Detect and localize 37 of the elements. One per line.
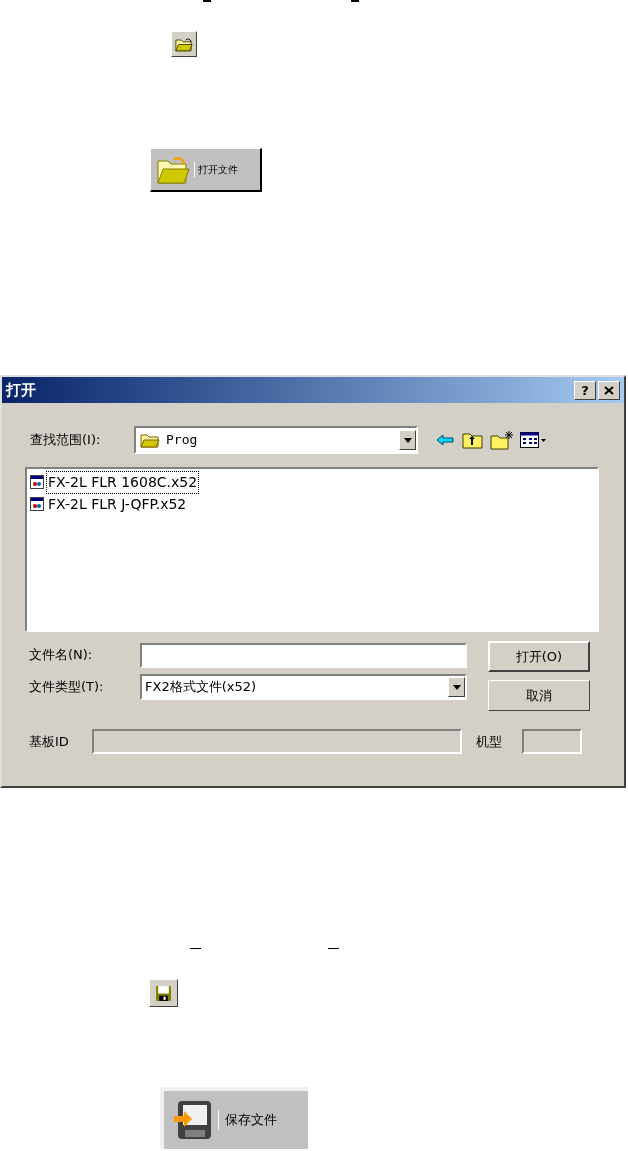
file-name-label: 文件名(N): bbox=[29, 646, 94, 665]
file-type-dropdown[interactable]: FX2格式文件(x52) bbox=[140, 674, 467, 700]
look-in-dropdown[interactable]: Prog bbox=[134, 426, 418, 454]
dialog-button[interactable]: 取消 bbox=[488, 680, 590, 711]
dropdown-button[interactable] bbox=[448, 677, 465, 697]
open-file-button[interactable]: 打开文件 bbox=[150, 148, 262, 192]
save-file-button[interactable]: 保存文件 bbox=[160, 1087, 308, 1149]
caret-icon bbox=[452, 684, 461, 690]
file-type-value: FX2格式文件(x52) bbox=[145, 678, 258, 697]
file-icon bbox=[29, 496, 45, 512]
look-in-label: 查找范围(I): bbox=[30, 431, 102, 450]
file-name: FX-2L FLR J-QFP.x52 bbox=[47, 494, 188, 514]
help-button[interactable]: ? bbox=[574, 380, 596, 400]
up-folder-icon[interactable] bbox=[462, 431, 484, 449]
back-arrow-icon[interactable] bbox=[436, 434, 454, 446]
floppy-disk-icon bbox=[174, 1100, 212, 1140]
file-icon bbox=[29, 474, 45, 490]
dropdown-button[interactable] bbox=[399, 430, 416, 450]
dialog-button[interactable]: 打开(O) bbox=[488, 641, 590, 672]
file-item[interactable]: FX-2L FLR J-QFP.x52 bbox=[29, 493, 188, 515]
model-label: 机型 bbox=[476, 732, 503, 751]
close-icon bbox=[604, 385, 614, 395]
window-title: 打开 bbox=[6, 379, 37, 401]
file-type-label: 文件类型(T): bbox=[29, 678, 105, 697]
board-id-label: 基板ID bbox=[29, 732, 70, 751]
view-menu-icon[interactable] bbox=[520, 432, 547, 448]
folder-icon bbox=[175, 36, 193, 52]
look-in-value: Prog bbox=[166, 431, 199, 450]
model-field bbox=[522, 729, 582, 754]
close-button[interactable] bbox=[598, 380, 620, 400]
open-folder-tool-button[interactable] bbox=[171, 31, 197, 57]
new-folder-icon[interactable] bbox=[490, 430, 514, 450]
save-tool-button[interactable] bbox=[149, 979, 178, 1007]
folder-icon bbox=[140, 432, 160, 448]
caret-icon bbox=[403, 437, 412, 443]
file-name-field[interactable] bbox=[140, 642, 467, 668]
folder-icon bbox=[156, 154, 190, 185]
